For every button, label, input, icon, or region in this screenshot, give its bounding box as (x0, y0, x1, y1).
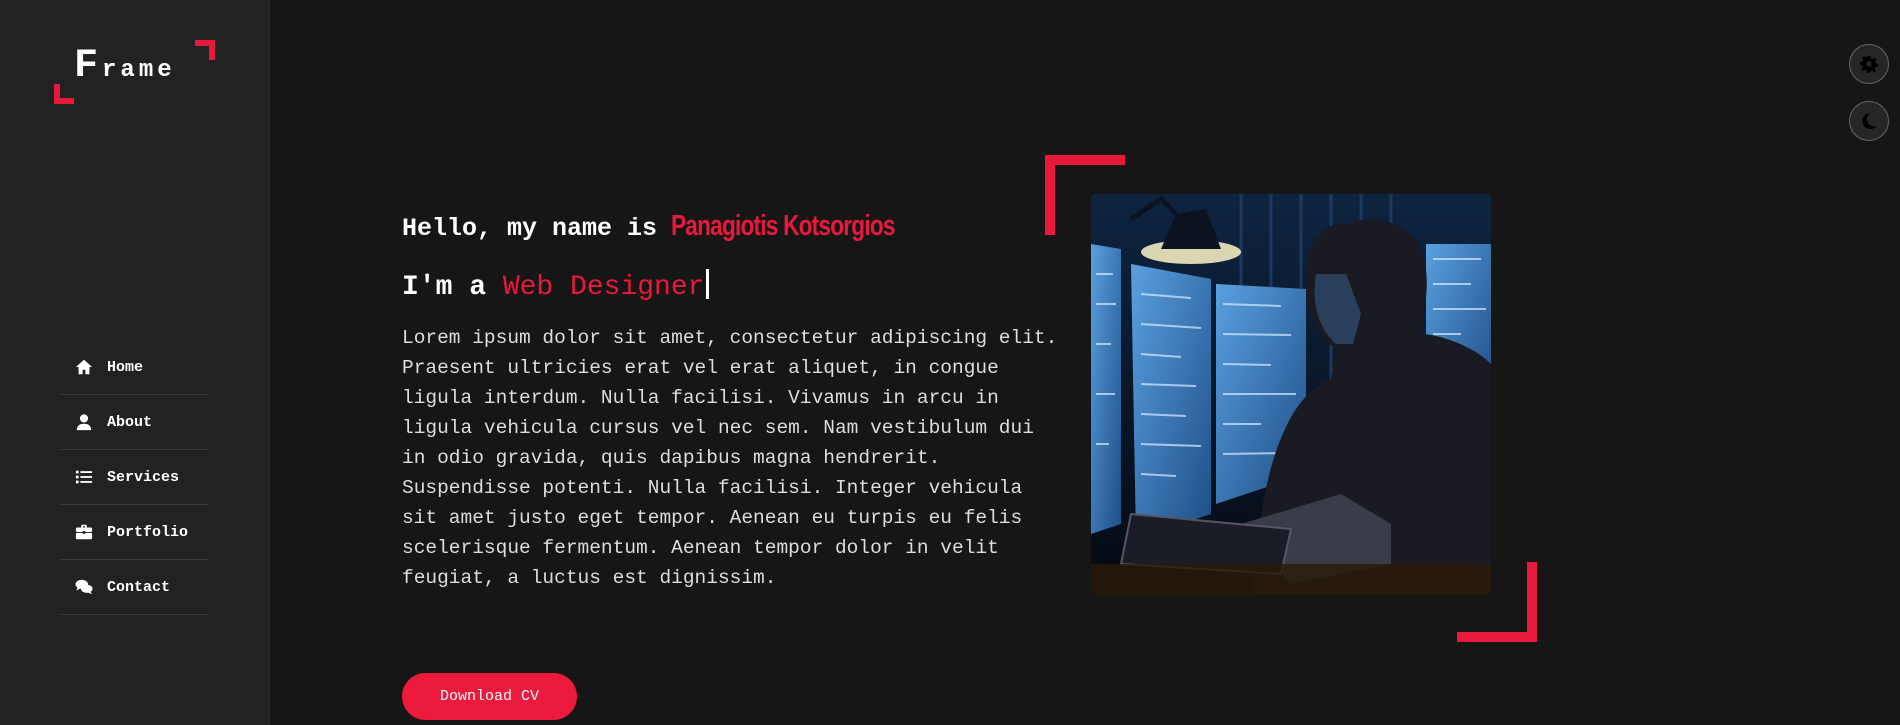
user-icon (76, 414, 92, 431)
briefcase-icon (75, 524, 93, 540)
theme-toggle-button[interactable] (1849, 101, 1889, 141)
main-nav: Home About Services Portfolio Contact (60, 340, 208, 615)
role-heading: I'm a Web Designer (402, 269, 1062, 303)
comments-icon (75, 579, 93, 595)
home-icon (75, 359, 93, 375)
moon-icon (1862, 112, 1878, 130)
nav-item-services[interactable]: Services (60, 450, 208, 505)
logo[interactable]: Frame (54, 40, 216, 104)
logo-text: Frame (74, 44, 176, 89)
greeting: Hello, my name is (402, 214, 658, 243)
nav-item-contact[interactable]: Contact (60, 560, 208, 615)
sidebar: Frame Home About Services Portfolio Cont… (0, 0, 270, 725)
download-cv-button[interactable]: Download CV (402, 673, 577, 720)
nav-label: About (107, 413, 153, 431)
settings-button[interactable] (1849, 44, 1889, 84)
nav-item-home[interactable]: Home (60, 340, 208, 395)
nav-label: Home (107, 358, 144, 376)
logo-bracket-bottom-left (54, 84, 74, 104)
nav-item-portfolio[interactable]: Portfolio (60, 505, 208, 560)
intro-paragraph: Lorem ipsum dolor sit amet, consectetur … (402, 327, 1058, 589)
nav-label: Contact (107, 578, 171, 596)
nav-label: Portfolio (107, 523, 189, 541)
person-name: Panagiotis Kotsorgios (671, 210, 895, 242)
nav-item-about[interactable]: About (60, 395, 208, 450)
role-typed: Web Designer (502, 272, 705, 303)
profile-illustration (1091, 194, 1491, 595)
list-icon (75, 470, 93, 484)
logo-rest: rame (102, 57, 176, 84)
nav-label: Services (107, 468, 180, 486)
logo-bracket-top-right (195, 40, 215, 60)
gear-icon (1860, 55, 1878, 73)
typing-cursor (706, 269, 710, 299)
logo-letter: F (74, 44, 103, 89)
greeting-heading: Hello, my name is Panagiotis Kotsorgios (402, 210, 1062, 243)
hero-text: Hello, my name is Panagiotis Kotsorgios … (402, 210, 1062, 593)
role-prefix: I'm a (402, 272, 487, 303)
